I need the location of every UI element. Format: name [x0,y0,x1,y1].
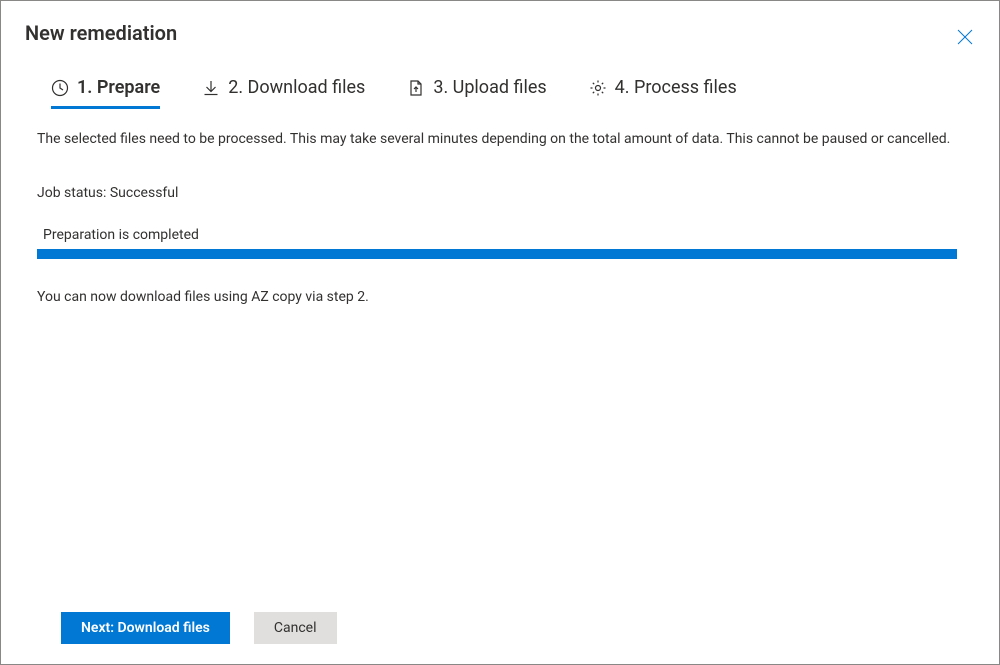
gear-icon [589,79,607,97]
wizard-tabs: 1. Prepare 2. Download files [1,47,999,109]
dialog-footer: Next: Download files Cancel [1,612,999,664]
close-button[interactable] [955,27,975,47]
dialog-content: The selected files need to be processed.… [1,109,999,305]
next-button[interactable]: Next: Download files [61,612,230,644]
tab-prepare[interactable]: 1. Prepare [51,77,160,109]
tab-upload-label: 3. Upload files [433,77,546,98]
dialog-title: New remediation [25,21,177,45]
tab-prepare-label: 1. Prepare [77,77,160,98]
job-status-label: Job status: [37,185,110,201]
clock-icon [51,79,69,97]
progress-section: Preparation is completed [37,227,963,259]
tab-upload[interactable]: 3. Upload files [407,77,546,109]
upload-file-icon [407,79,425,97]
cancel-button[interactable]: Cancel [254,612,337,644]
download-icon [202,79,220,97]
dialog-header: New remediation [1,1,999,47]
close-icon [957,29,973,45]
intro-text: The selected files need to be processed.… [37,129,957,149]
post-progress-message: You can now download files using AZ copy… [37,289,963,305]
tab-download-label: 2. Download files [228,77,365,98]
tab-process-label: 4. Process files [615,77,737,98]
tab-download[interactable]: 2. Download files [202,77,365,109]
tab-process[interactable]: 4. Process files [589,77,737,109]
dialog-window: New remediation 1. Prepare [0,0,1000,665]
job-status: Job status: Successful [37,185,963,201]
progress-bar [37,249,957,259]
progress-label: Preparation is completed [37,227,963,249]
job-status-value: Successful [110,185,179,201]
